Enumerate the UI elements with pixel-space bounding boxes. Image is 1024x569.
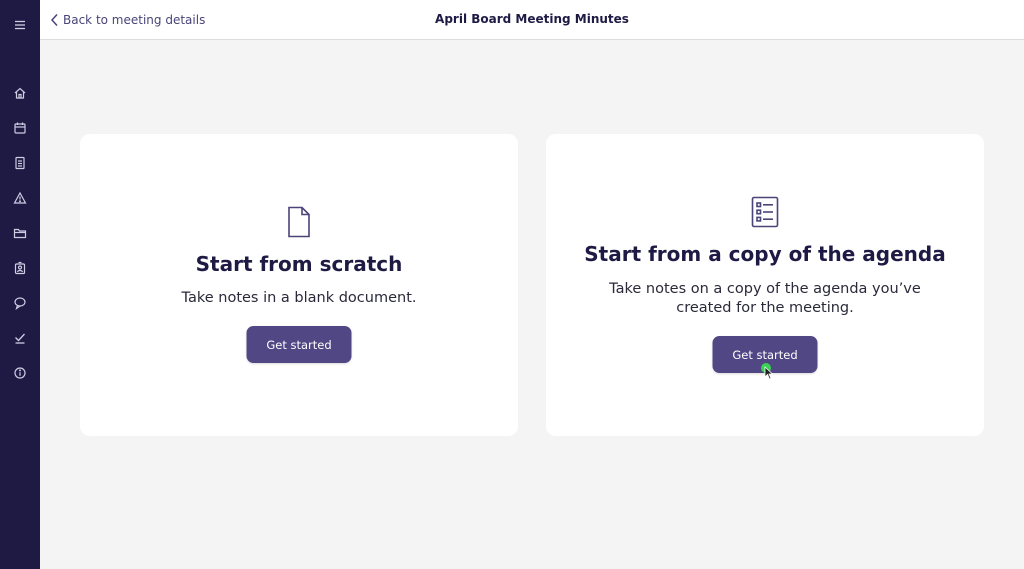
sidebar-item-documents[interactable]: [0, 148, 40, 178]
warning-icon: [13, 191, 27, 204]
sidebar-item-info[interactable]: [0, 358, 40, 388]
agenda-card-description: Take notes on a copy of the agenda you’v…: [609, 281, 921, 316]
sidebar-item-folders[interactable]: [0, 218, 40, 248]
scratch-get-started-button[interactable]: Get started: [246, 326, 352, 363]
document-icon: [15, 156, 25, 170]
app-root: Back to meeting details April Board Meet…: [0, 0, 1024, 569]
checkmark-icon: [15, 333, 25, 344]
folder-icon: [13, 228, 27, 239]
sidebar-item-alerts[interactable]: [0, 183, 40, 213]
agenda-card-title: Start from a copy of the agenda: [584, 242, 946, 266]
mouse-pointer-icon: [764, 366, 774, 380]
menu-button[interactable]: [0, 10, 40, 40]
start-from-scratch-card: Start from scratch Take notes in a blank…: [80, 134, 518, 436]
blank-document-icon: [288, 206, 310, 238]
chat-bubble-icon: [14, 297, 26, 310]
info-icon: [14, 367, 26, 379]
sidebar-item-home[interactable]: [0, 78, 40, 108]
calendar-icon: [14, 122, 26, 134]
scratch-card-title: Start from scratch: [195, 252, 403, 276]
sidebar: [0, 0, 40, 569]
sidebar-item-discussions[interactable]: [0, 288, 40, 318]
top-bar: Back to meeting details April Board Meet…: [40, 0, 1024, 40]
checklist-document-icon: [751, 196, 779, 228]
sidebar-item-tasks[interactable]: [0, 323, 40, 353]
sidebar-item-calendar[interactable]: [0, 113, 40, 143]
start-from-agenda-card: Start from a copy of the agenda Take not…: [546, 134, 984, 436]
menu-icon: [15, 20, 25, 30]
user-badge-icon: [14, 261, 26, 275]
sidebar-item-directory[interactable]: [0, 253, 40, 283]
home-icon: [14, 87, 26, 99]
page-title: April Board Meeting Minutes: [435, 12, 629, 26]
scratch-card-description: Take notes in a blank document.: [181, 290, 417, 306]
